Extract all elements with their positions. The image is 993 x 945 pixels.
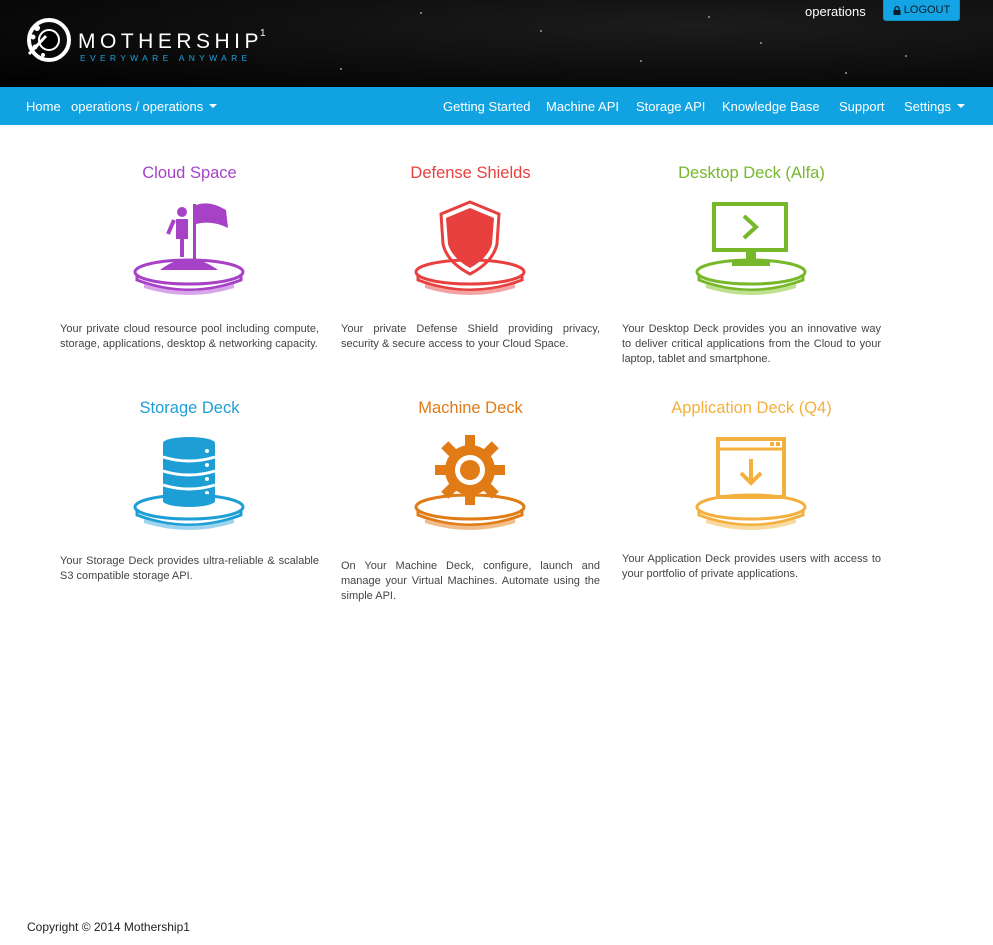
tile-description: Your private cloud resource pool includi… xyxy=(60,323,319,350)
flag-summit-icon xyxy=(133,203,245,295)
tile-title[interactable]: Application Deck (Q4) xyxy=(622,399,881,418)
logout-label: LOGOUT xyxy=(903,4,951,16)
database-icon xyxy=(133,437,245,530)
tile-description: Your Storage Deck provides ultra-reliabl… xyxy=(60,555,319,582)
nav-getting-started[interactable]: Getting Started xyxy=(443,87,530,125)
tile-title[interactable]: Defense Shields xyxy=(341,164,600,183)
nav-settings[interactable]: Settings xyxy=(904,87,965,125)
caret-down-icon xyxy=(209,104,218,108)
brand-name: MOTHERSHIP xyxy=(78,30,264,53)
tile-description: On Your Machine Deck, configure, launch … xyxy=(341,560,600,602)
main-navbar: Home operations / operations Getting Sta… xyxy=(0,87,993,125)
settings-label: Settings xyxy=(904,98,951,114)
app-download-icon xyxy=(695,437,807,530)
tile-description: Your Desktop Deck provides you an innova… xyxy=(622,323,881,365)
nav-home[interactable]: Home xyxy=(26,87,61,125)
shield-icon xyxy=(414,200,526,295)
space-selector-label: operations / operations xyxy=(71,98,204,114)
brand-tagline: EVERYWARE ANYWARE xyxy=(80,53,252,63)
caret-down-icon xyxy=(956,104,965,108)
monitor-icon xyxy=(695,202,807,295)
lock-icon xyxy=(893,5,901,15)
tile-title[interactable]: Desktop Deck (Alfa) xyxy=(622,164,881,183)
tile-title[interactable]: Storage Deck xyxy=(60,399,319,418)
site-header: MOTHERSHIP 1 EVERYWARE ANYWARE operation… xyxy=(0,0,993,87)
tile-title[interactable]: Machine Deck xyxy=(341,399,600,418)
tile-description: Your Application Deck provides users wit… xyxy=(622,553,881,580)
nav-knowledge-base[interactable]: Knowledge Base xyxy=(722,87,820,125)
nav-storage-api[interactable]: Storage API xyxy=(636,87,705,125)
nav-machine-api[interactable]: Machine API xyxy=(546,87,619,125)
nav-support[interactable]: Support xyxy=(839,87,885,125)
tile-description: Your private Defense Shield providing pr… xyxy=(341,323,600,350)
footer-copyright: Copyright © 2014 Mothership1 xyxy=(27,920,190,934)
user-name[interactable]: operations xyxy=(805,4,866,19)
tile-title[interactable]: Cloud Space xyxy=(60,164,319,183)
logout-button[interactable]: LOGOUT xyxy=(883,0,960,21)
mothership-logo[interactable]: MOTHERSHIP 1 EVERYWARE ANYWARE xyxy=(24,14,284,68)
brand-sup: 1 xyxy=(260,28,266,39)
logo-mark-icon xyxy=(27,18,71,62)
gear-icon xyxy=(414,435,526,530)
nav-space-selector[interactable]: operations / operations xyxy=(71,87,218,125)
